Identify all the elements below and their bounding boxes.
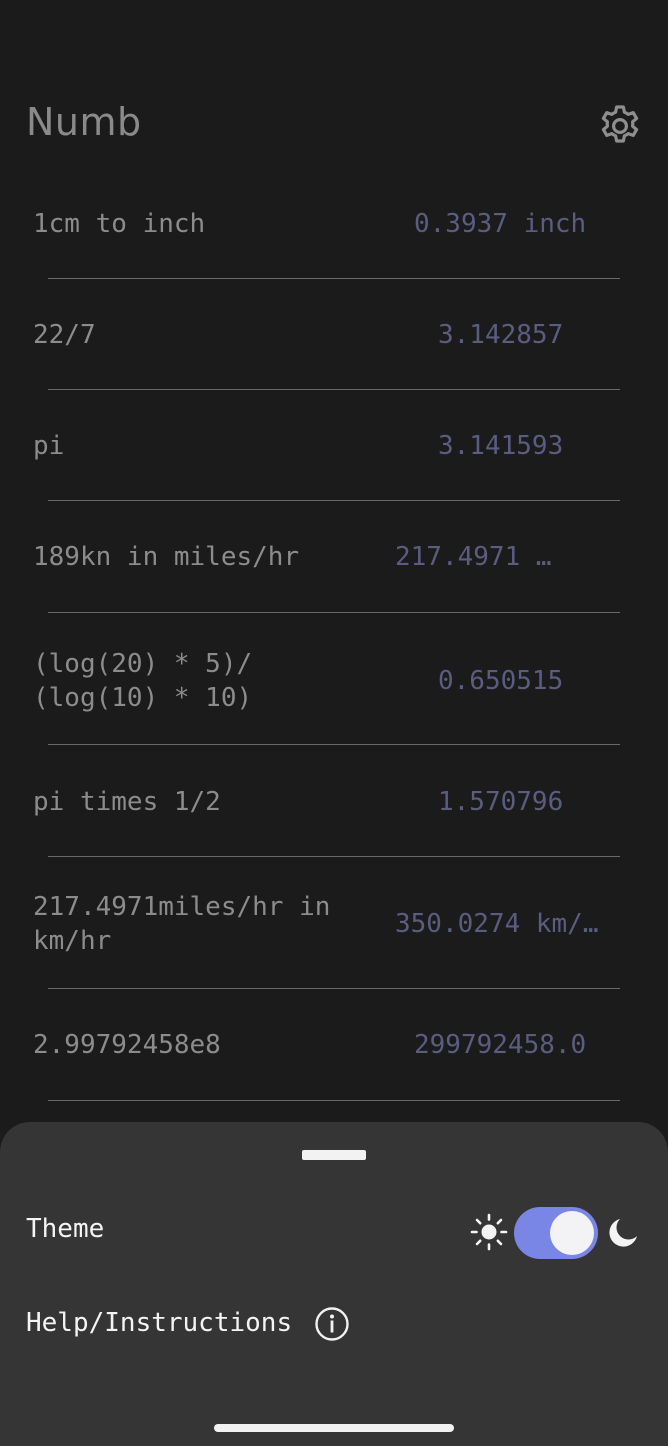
- app-title: Numb: [26, 100, 142, 144]
- expression-text[interactable]: 1cm to inch: [33, 207, 353, 241]
- list-item[interactable]: pi times 1/2 1.570796: [0, 745, 668, 857]
- result-text: 0.3937 inch: [414, 209, 587, 239]
- expression-text[interactable]: 217.4971miles/hr in km/hr: [33, 890, 353, 958]
- help-instructions-link[interactable]: Help/Instructions: [26, 1308, 292, 1338]
- result-text: 3.142857: [438, 320, 564, 350]
- result-text: 1.570796: [438, 787, 564, 817]
- list-item[interactable]: pi 3.141593: [0, 390, 668, 501]
- header: Numb: [0, 90, 668, 160]
- expression-text[interactable]: 22/7: [33, 318, 353, 352]
- list-item[interactable]: 1cm to inch 0.3937 inch: [0, 168, 668, 279]
- toggle-knob: [550, 1211, 594, 1255]
- app-screen: Numb 1cm to inch 0.3937 inch 22/7 3.1428…: [0, 0, 668, 1446]
- expression-text[interactable]: (log(20) * 5)/ (log(10) * 10): [33, 647, 353, 715]
- calculation-list: 1cm to inch 0.3937 inch 22/7 3.142857 pi…: [0, 168, 668, 1101]
- info-icon[interactable]: [314, 1306, 350, 1342]
- theme-toggle[interactable]: [514, 1207, 598, 1259]
- result-text: 299792458.0: [414, 1030, 587, 1060]
- list-item[interactable]: 189kn in miles/hr 217.4971 …: [0, 501, 668, 613]
- list-item[interactable]: 2.99792458e8 299792458.0: [0, 989, 668, 1101]
- list-item[interactable]: 22/7 3.142857: [0, 279, 668, 390]
- sun-icon: [470, 1213, 508, 1251]
- expression-text[interactable]: 2.99792458e8: [33, 1028, 353, 1062]
- moon-icon: [609, 1219, 637, 1247]
- list-item[interactable]: (log(20) * 5)/ (log(10) * 10) 0.650515: [0, 613, 668, 745]
- result-text: 3.141593: [438, 431, 564, 461]
- divider: [48, 1100, 620, 1101]
- settings-button[interactable]: [594, 100, 646, 152]
- theme-label: Theme: [26, 1214, 105, 1244]
- gear-icon: [601, 105, 639, 143]
- result-text: 217.4971 …: [395, 542, 552, 572]
- result-text: 350.0274 km/…: [395, 909, 599, 939]
- settings-sheet: Theme Help/Instructions: [0, 1122, 668, 1446]
- list-item[interactable]: 217.4971miles/hr in km/hr 350.0274 km/…: [0, 857, 668, 989]
- result-text: 0.650515: [438, 666, 564, 696]
- expression-text[interactable]: pi times 1/2: [33, 785, 353, 819]
- sheet-drag-handle[interactable]: [302, 1150, 366, 1160]
- home-indicator: [214, 1424, 454, 1432]
- expression-text[interactable]: 189kn in miles/hr: [33, 540, 353, 574]
- expression-text[interactable]: pi: [33, 429, 353, 463]
